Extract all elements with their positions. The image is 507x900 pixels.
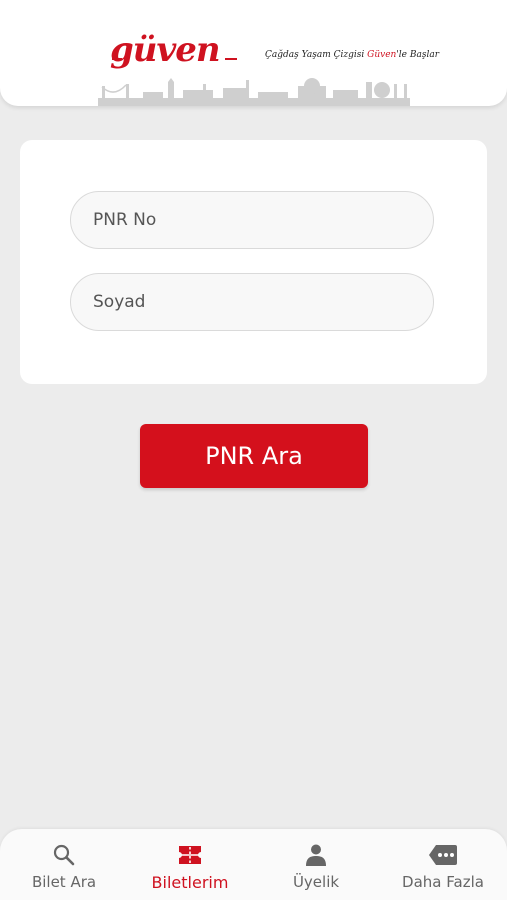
logo-line-right xyxy=(225,58,237,60)
pnr-search-button[interactable]: PNR Ara xyxy=(140,424,368,488)
bottom-tab-bar: Bilet Ara Biletlerim Üyelik Daha Fazla xyxy=(0,829,507,900)
app-header: güven Çağdaş Yaşam Çizgisi Güven'le Başl… xyxy=(0,0,507,106)
ticket-icon xyxy=(177,843,203,867)
user-icon xyxy=(305,843,327,867)
surname-field[interactable] xyxy=(70,273,434,331)
tab-biletlerim[interactable]: Biletlerim xyxy=(127,829,253,900)
surname-input[interactable] xyxy=(91,291,433,313)
tab-daha-fazla[interactable]: Daha Fazla xyxy=(380,829,506,900)
pnr-field[interactable] xyxy=(70,191,434,249)
tab-label-uyelik: Üyelik xyxy=(292,873,340,891)
search-icon xyxy=(52,843,76,867)
pnr-input[interactable] xyxy=(91,209,433,231)
tab-label-daha-fazla: Daha Fazla xyxy=(402,873,484,891)
pnr-search-card xyxy=(20,140,487,384)
tab-label-biletlerim: Biletlerim xyxy=(151,873,229,892)
more-icon xyxy=(428,843,458,867)
brand-slogan: Çağdaş Yaşam Çizgisi Güven'le Başlar xyxy=(265,50,440,60)
tab-uyelik[interactable]: Üyelik xyxy=(253,829,379,900)
city-skyline-image xyxy=(98,78,410,106)
tab-bilet-ara[interactable]: Bilet Ara xyxy=(1,829,127,900)
brand-logo: güven xyxy=(110,30,221,70)
tab-label-bilet-ara: Bilet Ara xyxy=(31,873,97,891)
